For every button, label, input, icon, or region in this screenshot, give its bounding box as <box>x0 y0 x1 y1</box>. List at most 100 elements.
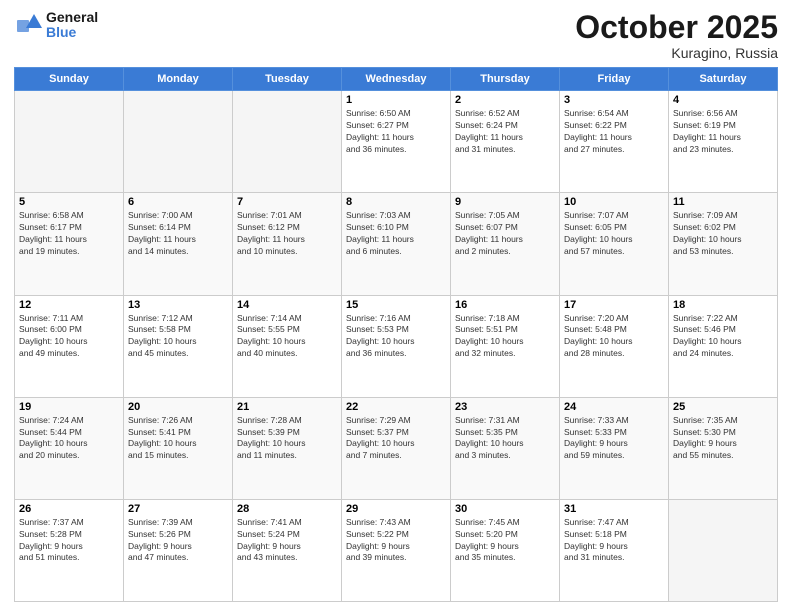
calendar-table: SundayMondayTuesdayWednesdayThursdayFrid… <box>14 67 778 602</box>
title-block: October 2025 Kuragino, Russia <box>575 10 778 61</box>
calendar-cell: 28 Sunrise: 7:41 AM Sunset: 5:24 PM Dayli… <box>233 499 342 601</box>
day-info: Sunrise: 7:22 AM Sunset: 5:46 PM Dayligh… <box>673 313 773 361</box>
day-info: Sunrise: 7:20 AM Sunset: 5:48 PM Dayligh… <box>564 313 664 361</box>
calendar-week-row: 5 Sunrise: 6:58 AM Sunset: 6:17 PM Daylig… <box>15 193 778 295</box>
day-info: Sunrise: 7:31 AM Sunset: 5:35 PM Dayligh… <box>455 415 555 463</box>
day-of-week-header: Monday <box>124 68 233 91</box>
day-info: Sunrise: 7:07 AM Sunset: 6:05 PM Dayligh… <box>564 210 664 258</box>
day-number: 13 <box>128 299 228 311</box>
calendar-week-row: 1Sunrise: 6:50 AM Sunset: 6:27 PM Daylig… <box>15 91 778 193</box>
day-number: 11 <box>673 196 773 208</box>
day-info: Sunrise: 6:56 AM Sunset: 6:19 PM Dayligh… <box>673 108 773 156</box>
day-number: 10 <box>564 196 664 208</box>
day-info: Sunrise: 7:14 AM Sunset: 5:55 PM Dayligh… <box>237 313 337 361</box>
calendar-cell: 14 Sunrise: 7:14 AM Sunset: 5:55 PM Dayli… <box>233 295 342 397</box>
day-number: 20 <box>128 401 228 413</box>
day-info: Sunrise: 7:05 AM Sunset: 6:07 PM Dayligh… <box>455 210 555 258</box>
calendar-cell: 24 Sunrise: 7:33 AM Sunset: 5:33 PM Dayli… <box>560 397 669 499</box>
page: General Blue October 2025 Kuragino, Russ… <box>0 0 792 612</box>
day-info: Sunrise: 6:58 AM Sunset: 6:17 PM Dayligh… <box>19 210 119 258</box>
day-info: Sunrise: 7:24 AM Sunset: 5:44 PM Dayligh… <box>19 415 119 463</box>
logo: General Blue <box>14 10 98 41</box>
calendar-cell: 16 Sunrise: 7:18 AM Sunset: 5:51 PM Dayli… <box>451 295 560 397</box>
day-info: Sunrise: 7:43 AM Sunset: 5:22 PM Dayligh… <box>346 517 446 565</box>
day-of-week-header: Wednesday <box>342 68 451 91</box>
calendar-cell: 27 Sunrise: 7:39 AM Sunset: 5:26 PM Dayli… <box>124 499 233 601</box>
day-info: Sunrise: 7:39 AM Sunset: 5:26 PM Dayligh… <box>128 517 228 565</box>
day-number: 28 <box>237 503 337 515</box>
header: General Blue October 2025 Kuragino, Russ… <box>14 10 778 61</box>
calendar-cell: 1Sunrise: 6:50 AM Sunset: 6:27 PM Daylig… <box>342 91 451 193</box>
calendar-cell: 2Sunrise: 6:52 AM Sunset: 6:24 PM Daylig… <box>451 91 560 193</box>
calendar-cell: 4 Sunrise: 6:56 AM Sunset: 6:19 PM Daylig… <box>669 91 778 193</box>
calendar-cell: 29 Sunrise: 7:43 AM Sunset: 5:22 PM Dayli… <box>342 499 451 601</box>
day-of-week-header: Tuesday <box>233 68 342 91</box>
calendar-cell: 13Sunrise: 7:12 AM Sunset: 5:58 PM Dayli… <box>124 295 233 397</box>
calendar-cell <box>233 91 342 193</box>
day-number: 22 <box>346 401 446 413</box>
day-info: Sunrise: 7:03 AM Sunset: 6:10 PM Dayligh… <box>346 210 446 258</box>
calendar-cell: 25Sunrise: 7:35 AM Sunset: 5:30 PM Dayli… <box>669 397 778 499</box>
calendar-cell: 10 Sunrise: 7:07 AM Sunset: 6:05 PM Dayli… <box>560 193 669 295</box>
calendar-week-row: 19Sunrise: 7:24 AM Sunset: 5:44 PM Dayli… <box>15 397 778 499</box>
day-number: 24 <box>564 401 664 413</box>
day-info: Sunrise: 6:50 AM Sunset: 6:27 PM Dayligh… <box>346 108 446 156</box>
calendar-subtitle: Kuragino, Russia <box>575 45 778 61</box>
day-number: 15 <box>346 299 446 311</box>
calendar-title: October 2025 <box>575 10 778 45</box>
day-number: 18 <box>673 299 773 311</box>
calendar-cell: 3 Sunrise: 6:54 AM Sunset: 6:22 PM Daylig… <box>560 91 669 193</box>
day-info: Sunrise: 7:11 AM Sunset: 6:00 PM Dayligh… <box>19 313 119 361</box>
day-number: 5 <box>19 196 119 208</box>
day-info: Sunrise: 7:47 AM Sunset: 5:18 PM Dayligh… <box>564 517 664 565</box>
calendar-cell: 12Sunrise: 7:11 AM Sunset: 6:00 PM Dayli… <box>15 295 124 397</box>
day-info: Sunrise: 7:28 AM Sunset: 5:39 PM Dayligh… <box>237 415 337 463</box>
day-info: Sunrise: 7:01 AM Sunset: 6:12 PM Dayligh… <box>237 210 337 258</box>
day-info: Sunrise: 7:37 AM Sunset: 5:28 PM Dayligh… <box>19 517 119 565</box>
day-info: Sunrise: 7:18 AM Sunset: 5:51 PM Dayligh… <box>455 313 555 361</box>
logo-text-line2: Blue <box>46 25 98 40</box>
day-info: Sunrise: 7:00 AM Sunset: 6:14 PM Dayligh… <box>128 210 228 258</box>
calendar-cell: 5 Sunrise: 6:58 AM Sunset: 6:17 PM Daylig… <box>15 193 124 295</box>
calendar-cell <box>124 91 233 193</box>
day-info: Sunrise: 7:41 AM Sunset: 5:24 PM Dayligh… <box>237 517 337 565</box>
day-info: Sunrise: 7:33 AM Sunset: 5:33 PM Dayligh… <box>564 415 664 463</box>
day-number: 3 <box>564 94 664 106</box>
day-info: Sunrise: 7:45 AM Sunset: 5:20 PM Dayligh… <box>455 517 555 565</box>
calendar-cell <box>669 499 778 601</box>
day-number: 9 <box>455 196 555 208</box>
day-number: 4 <box>673 94 773 106</box>
calendar-cell: 18 Sunrise: 7:22 AM Sunset: 5:46 PM Dayli… <box>669 295 778 397</box>
calendar-cell: 22 Sunrise: 7:29 AM Sunset: 5:37 PM Dayli… <box>342 397 451 499</box>
calendar-cell: 8 Sunrise: 7:03 AM Sunset: 6:10 PM Daylig… <box>342 193 451 295</box>
day-info: Sunrise: 7:16 AM Sunset: 5:53 PM Dayligh… <box>346 313 446 361</box>
day-number: 8 <box>346 196 446 208</box>
calendar-cell: 7Sunrise: 7:01 AM Sunset: 6:12 PM Daylig… <box>233 193 342 295</box>
calendar-week-row: 26 Sunrise: 7:37 AM Sunset: 5:28 PM Dayli… <box>15 499 778 601</box>
calendar-cell: 6Sunrise: 7:00 AM Sunset: 6:14 PM Daylig… <box>124 193 233 295</box>
calendar-cell: 23 Sunrise: 7:31 AM Sunset: 5:35 PM Dayli… <box>451 397 560 499</box>
day-info: Sunrise: 7:35 AM Sunset: 5:30 PM Dayligh… <box>673 415 773 463</box>
day-of-week-header: Saturday <box>669 68 778 91</box>
day-number: 30 <box>455 503 555 515</box>
day-number: 29 <box>346 503 446 515</box>
day-number: 16 <box>455 299 555 311</box>
logo-text-line1: General <box>46 10 98 25</box>
day-number: 23 <box>455 401 555 413</box>
day-number: 27 <box>128 503 228 515</box>
day-of-week-header: Sunday <box>15 68 124 91</box>
day-info: Sunrise: 7:29 AM Sunset: 5:37 PM Dayligh… <box>346 415 446 463</box>
day-number: 17 <box>564 299 664 311</box>
day-info: Sunrise: 6:54 AM Sunset: 6:22 PM Dayligh… <box>564 108 664 156</box>
day-number: 2 <box>455 94 555 106</box>
day-number: 26 <box>19 503 119 515</box>
calendar-cell: 17 Sunrise: 7:20 AM Sunset: 5:48 PM Dayli… <box>560 295 669 397</box>
calendar-cell: 11Sunrise: 7:09 AM Sunset: 6:02 PM Dayli… <box>669 193 778 295</box>
calendar-cell: 15 Sunrise: 7:16 AM Sunset: 5:53 PM Dayli… <box>342 295 451 397</box>
logo-icon <box>14 10 44 40</box>
calendar-cell: 26 Sunrise: 7:37 AM Sunset: 5:28 PM Dayli… <box>15 499 124 601</box>
day-number: 31 <box>564 503 664 515</box>
calendar-header-row: SundayMondayTuesdayWednesdayThursdayFrid… <box>15 68 778 91</box>
day-number: 14 <box>237 299 337 311</box>
day-number: 21 <box>237 401 337 413</box>
